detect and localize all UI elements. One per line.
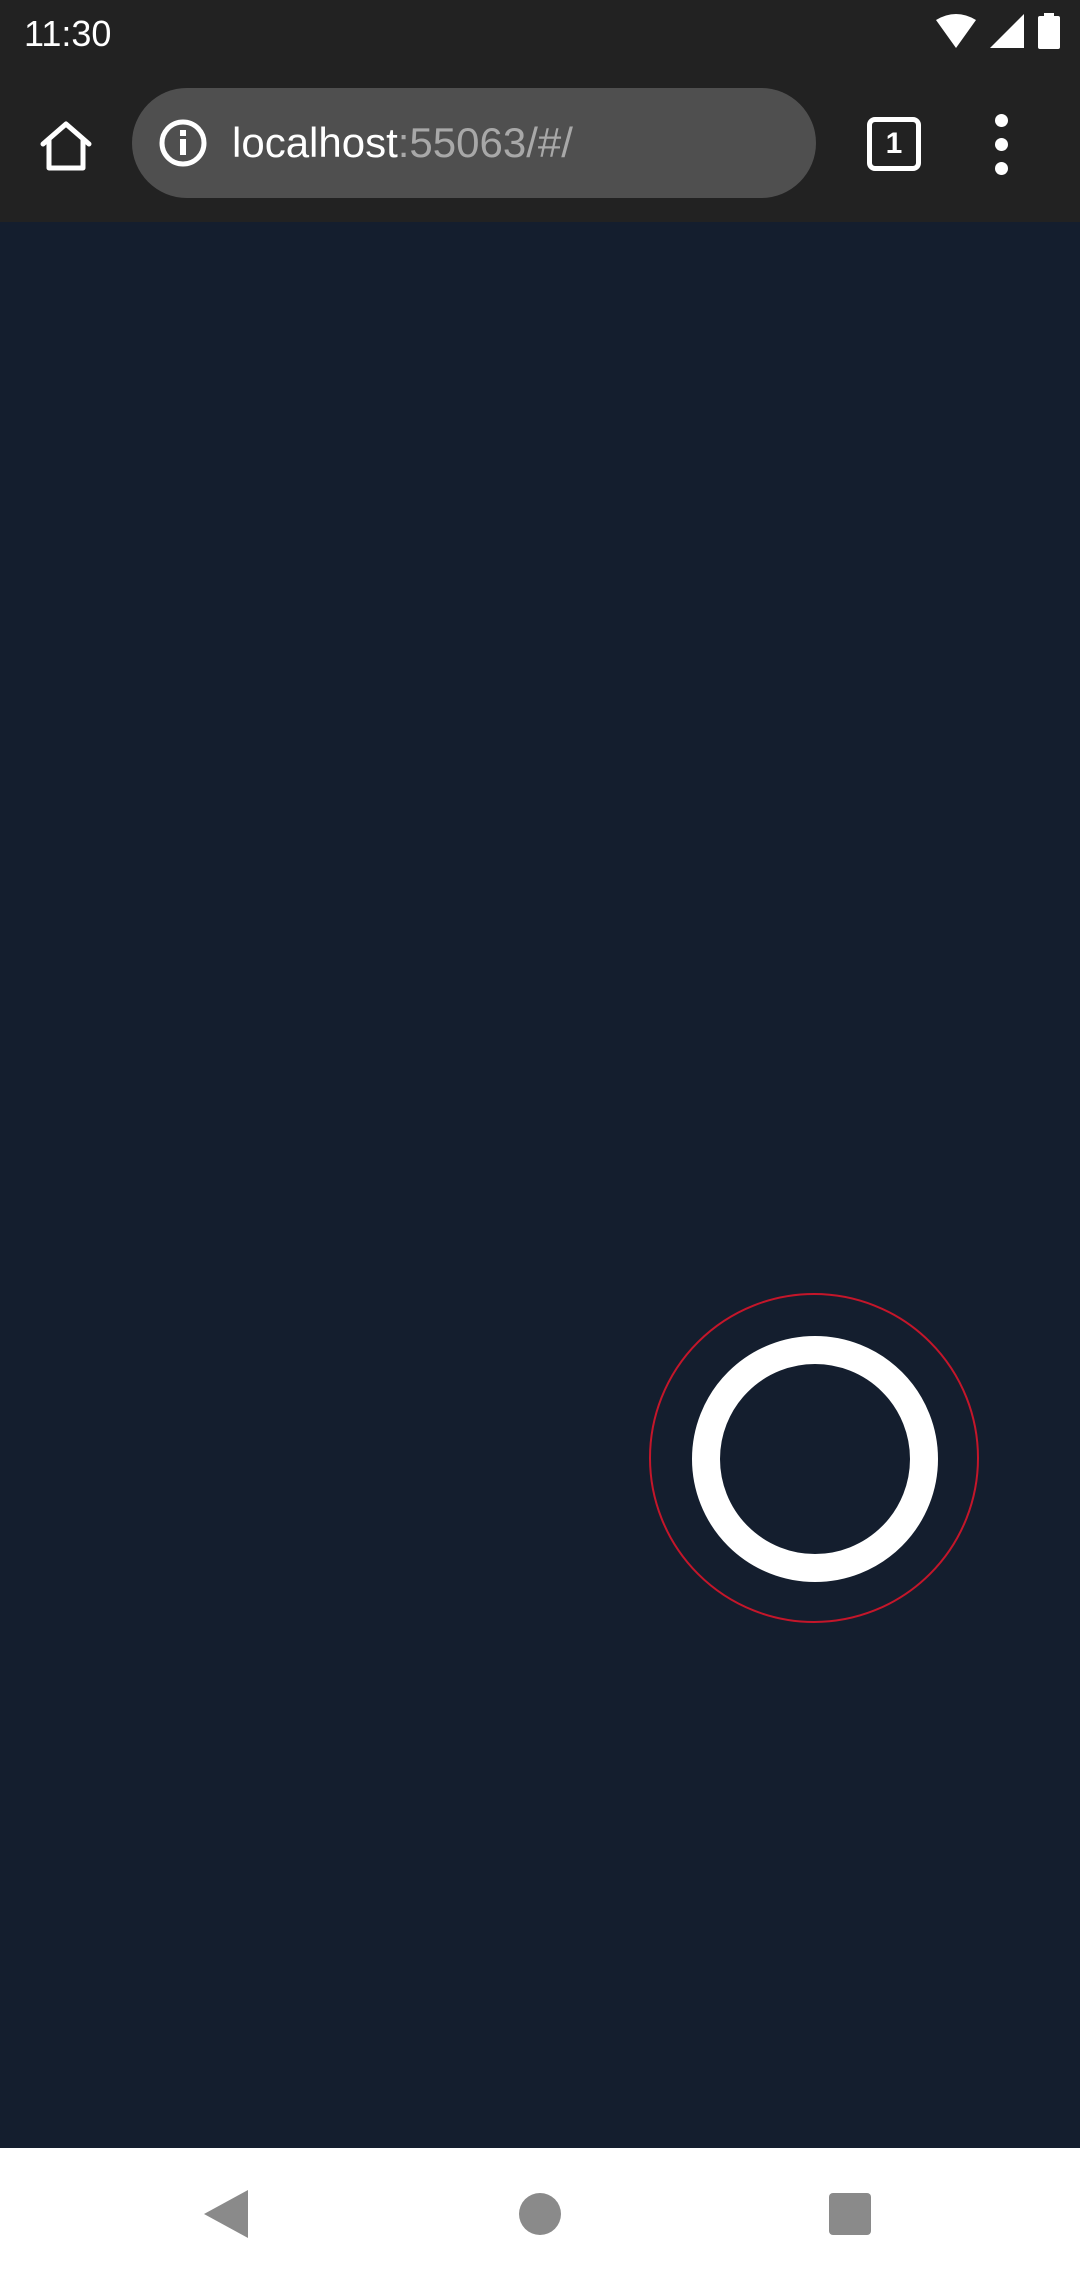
more-vert-icon — [995, 162, 1008, 175]
system-nav-bar — [0, 2148, 1080, 2280]
tab-count: 1 — [885, 127, 903, 160]
url-bar[interactable]: localhost:55063/#/ — [132, 88, 816, 198]
more-vert-button[interactable] — [976, 112, 1028, 176]
home-button[interactable] — [30, 110, 102, 182]
more-vert-icon — [995, 114, 1008, 127]
url-text[interactable]: localhost:55063/#/ — [232, 114, 573, 172]
info-icon[interactable] — [158, 118, 208, 168]
cell-signal-icon — [990, 13, 1024, 53]
page-content[interactable] — [0, 222, 1080, 2148]
url-host: localhost — [232, 119, 398, 166]
tabs-icon: 1 — [867, 117, 921, 171]
home-icon — [40, 121, 92, 171]
back-icon[interactable] — [204, 2190, 248, 2238]
url-path: :55063/#/ — [397, 119, 573, 166]
more-vert-icon — [995, 138, 1008, 151]
browser-toolbar: localhost:55063/#/ 1 — [0, 66, 1080, 222]
status-icons — [936, 12, 1060, 54]
battery-icon — [1038, 12, 1060, 54]
status-bar: 11:30 — [0, 0, 1080, 66]
tabs-button[interactable]: 1 — [862, 112, 926, 176]
status-time: 11:30 — [24, 13, 112, 54]
home-circle-icon[interactable] — [519, 2193, 561, 2235]
wifi-icon — [936, 13, 976, 53]
recents-icon[interactable] — [829, 2193, 871, 2235]
ring-button[interactable] — [692, 1336, 938, 1582]
